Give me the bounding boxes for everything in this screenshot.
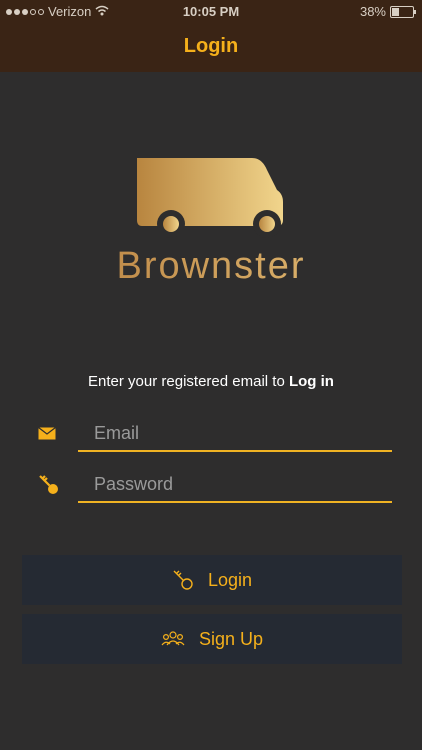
- login-button[interactable]: Login: [22, 555, 402, 605]
- key-icon: [172, 569, 194, 591]
- email-field[interactable]: [78, 416, 392, 452]
- key-icon: [38, 474, 60, 501]
- password-field[interactable]: [78, 467, 392, 503]
- people-icon: [161, 631, 185, 647]
- signup-button[interactable]: Sign Up: [22, 614, 402, 664]
- status-right: 38%: [359, 4, 416, 19]
- clock: 10:05 PM: [182, 4, 240, 19]
- battery-icon: [390, 5, 416, 18]
- nav-bar: Login: [0, 22, 422, 72]
- instruction-emphasis: Log in: [288, 373, 334, 390]
- instruction-text: Enter your registered email to: [88, 373, 289, 390]
- login-button-label: Login: [207, 569, 253, 590]
- brand-name: Brownster: [0, 245, 422, 288]
- mail-icon: [38, 427, 56, 445]
- truck-logo: [117, 150, 287, 245]
- battery-percent: 38%: [359, 4, 386, 19]
- status-bar: Verizon 10:05 PM 38%: [0, 0, 422, 22]
- signup-button-label: Sign Up: [198, 628, 264, 649]
- page-title: Login: [183, 35, 239, 57]
- login-instruction: Enter your registered email to Log in: [0, 373, 422, 390]
